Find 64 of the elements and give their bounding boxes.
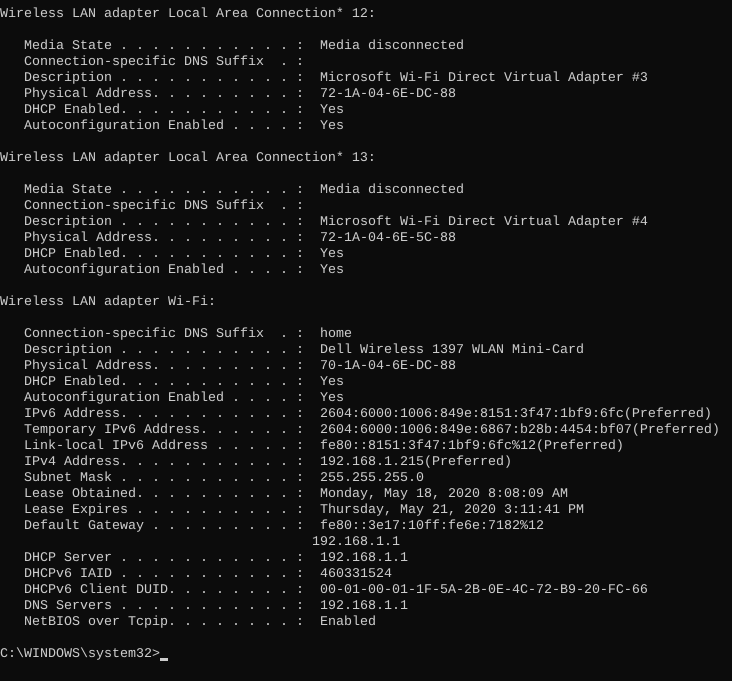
- adapter-heading: Wireless LAN adapter Local Area Connection* 13:: [0, 151, 376, 167]
- property-value: Media disconnected: [320, 39, 464, 55]
- property-value: Microsoft Wi-Fi Direct Virtual Adapter #3: [320, 71, 648, 87]
- property-value: Dell Wireless 1397 WLAN Mini-Card: [320, 343, 584, 359]
- property-value: fe80::8151:3f47:1bf9:6fc%12(Preferred): [320, 439, 624, 455]
- property-label: DHCPv6 Client DUID. . . . . . . . :: [24, 583, 305, 599]
- property-value: 00-01-00-01-1F-5A-2B-0E-4C-72-B9-20-FC-66: [320, 583, 648, 599]
- property-value: Yes: [320, 103, 344, 119]
- property-label: NetBIOS over Tcpip. . . . . . . . :: [24, 615, 305, 631]
- property-label: Autoconfiguration Enabled . . . . :: [24, 391, 305, 407]
- property-label: Physical Address. . . . . . . . . :: [24, 87, 305, 103]
- adapter-heading: Wireless LAN adapter Wi-Fi:: [0, 295, 216, 311]
- property-label: Physical Address. . . . . . . . . :: [24, 231, 305, 247]
- property-value: Thursday, May 21, 2020 3:11:41 PM: [320, 503, 584, 519]
- property-value: Monday, May 18, 2020 8:08:09 AM: [320, 487, 568, 503]
- property-label: DNS Servers . . . . . . . . . . . :: [24, 599, 305, 615]
- property-label: Physical Address. . . . . . . . . :: [24, 359, 305, 375]
- property-label: Default Gateway . . . . . . . . . :: [24, 519, 305, 535]
- property-label: Connection-specific DNS Suffix . :: [24, 327, 305, 343]
- property-label: Description . . . . . . . . . . . :: [24, 71, 305, 87]
- property-label: Autoconfiguration Enabled . . . . :: [24, 119, 305, 135]
- property-value: Media disconnected: [320, 183, 464, 199]
- property-value: Enabled: [320, 615, 376, 631]
- property-value: 192.168.1.1: [320, 599, 408, 615]
- property-value: 460331524: [320, 567, 392, 583]
- property-value: Yes: [320, 375, 344, 391]
- property-label: Link-local IPv6 Address . . . . . :: [24, 439, 305, 455]
- property-value: Yes: [320, 119, 344, 135]
- property-label: Lease Obtained. . . . . . . . . . :: [24, 487, 305, 503]
- property-label: Description . . . . . . . . . . . :: [24, 215, 305, 231]
- property-label: DHCP Enabled. . . . . . . . . . . :: [24, 247, 305, 263]
- property-label: DHCP Enabled. . . . . . . . . . . :: [24, 103, 305, 119]
- property-value: 2604:6000:1006:849e:8151:3f47:1bf9:6fc(Preferred): [320, 407, 712, 423]
- property-label: Lease Expires . . . . . . . . . . :: [24, 503, 305, 519]
- property-value: Yes: [320, 247, 344, 263]
- property-label: Autoconfiguration Enabled . . . . :: [24, 263, 305, 279]
- property-label: DHCP Server . . . . . . . . . . . :: [24, 551, 305, 567]
- property-value: 192.168.1.1: [312, 535, 400, 551]
- property-value: home: [320, 327, 352, 343]
- property-label: Media State . . . . . . . . . . . :: [24, 183, 305, 199]
- property-label: Subnet Mask . . . . . . . . . . . :: [24, 471, 305, 487]
- property-value: 72-1A-04-6E-DC-88: [320, 87, 456, 103]
- property-label: Connection-specific DNS Suffix . :: [24, 199, 305, 215]
- property-label: IPv6 Address. . . . . . . . . . . :: [24, 407, 305, 423]
- property-value: 192.168.1.215(Preferred): [320, 455, 512, 471]
- property-label: DHCP Enabled. . . . . . . . . . . :: [24, 375, 305, 391]
- text-cursor: [160, 658, 168, 661]
- property-label: Connection-specific DNS Suffix . :: [24, 55, 305, 71]
- property-value: 255.255.255.0: [320, 471, 424, 487]
- property-label: IPv4 Address. . . . . . . . . . . :: [24, 455, 305, 471]
- property-label: Temporary IPv6 Address. . . . . . :: [24, 423, 305, 439]
- property-value: Yes: [320, 263, 344, 279]
- property-value: fe80::3e17:10ff:fe6e:7182%12: [320, 519, 544, 535]
- property-value: 2604:6000:1006:849e:6867:b28b:4454:bf07(Preferred): [320, 423, 720, 439]
- property-value: 70-1A-04-6E-DC-88: [320, 359, 456, 375]
- property-value: Yes: [320, 391, 344, 407]
- property-label: Description . . . . . . . . . . . :: [24, 343, 305, 359]
- property-value: 192.168.1.1: [320, 551, 408, 567]
- adapter-heading: Wireless LAN adapter Local Area Connection* 12:: [0, 7, 376, 23]
- command-prompt: C:\WINDOWS\system32>: [0, 647, 160, 663]
- property-value: 72-1A-04-6E-5C-88: [320, 231, 456, 247]
- property-value: Microsoft Wi-Fi Direct Virtual Adapter #4: [320, 215, 648, 231]
- property-label: DHCPv6 IAID . . . . . . . . . . . :: [24, 567, 305, 583]
- property-label: Media State . . . . . . . . . . . :: [24, 39, 305, 55]
